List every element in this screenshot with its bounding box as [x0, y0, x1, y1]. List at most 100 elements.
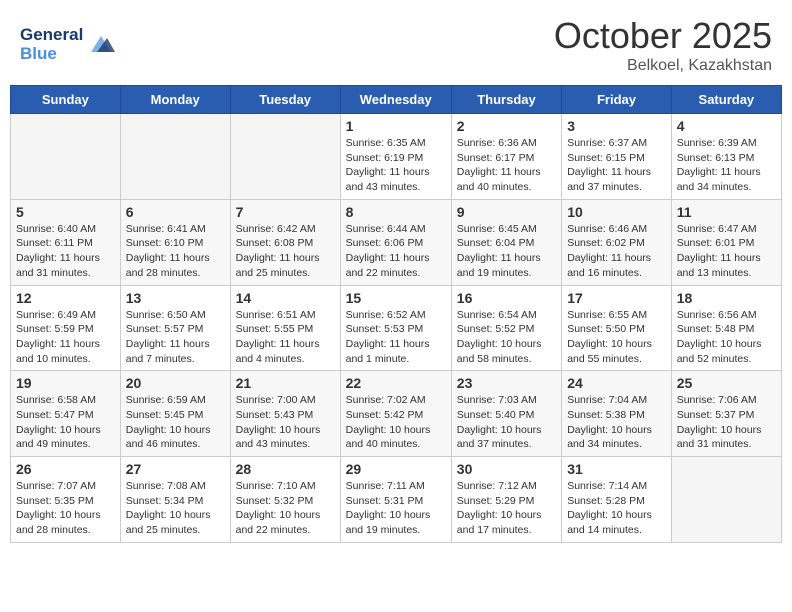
logo-icon [87, 34, 115, 56]
calendar-cell: 11Sunrise: 6:47 AM Sunset: 6:01 PM Dayli… [671, 199, 781, 285]
calendar-cell: 21Sunrise: 7:00 AM Sunset: 5:43 PM Dayli… [230, 371, 340, 457]
day-number: 8 [346, 204, 446, 220]
day-info: Sunrise: 6:56 AM Sunset: 5:48 PM Dayligh… [677, 308, 776, 367]
day-info: Sunrise: 6:35 AM Sunset: 6:19 PM Dayligh… [346, 136, 446, 195]
day-number: 26 [16, 461, 115, 477]
day-number: 28 [236, 461, 335, 477]
day-info: Sunrise: 6:59 AM Sunset: 5:45 PM Dayligh… [126, 393, 225, 452]
day-number: 1 [346, 118, 446, 134]
day-number: 23 [457, 375, 556, 391]
calendar-cell: 23 Sunrise: 7:03 AM Sunset: 5:40 PM Dayli… [451, 371, 561, 457]
calendar-week-row: 26Sunrise: 7:07 AM Sunset: 5:35 PM Dayli… [11, 457, 782, 543]
day-number: 20 [126, 375, 225, 391]
location-subtitle: Belkoel, Kazakhstan [554, 57, 772, 75]
calendar-cell: 8 Sunrise: 6:44 AM Sunset: 6:06 PM Daylig… [340, 199, 451, 285]
calendar-table: SundayMondayTuesdayWednesdayThursdayFrid… [10, 85, 782, 543]
day-info: Sunrise: 6:39 AM Sunset: 6:13 PM Dayligh… [677, 136, 776, 195]
day-number: 31 [567, 461, 666, 477]
calendar-week-row: 1 Sunrise: 6:35 AM Sunset: 6:19 PM Daylig… [11, 114, 782, 200]
calendar-cell: 3 Sunrise: 6:37 AM Sunset: 6:15 PM Daylig… [562, 114, 672, 200]
day-info: Sunrise: 7:04 AM Sunset: 5:38 PM Dayligh… [567, 393, 666, 452]
day-info: Sunrise: 6:37 AM Sunset: 6:15 PM Dayligh… [567, 136, 666, 195]
day-info: Sunrise: 6:54 AM Sunset: 5:52 PM Dayligh… [457, 308, 556, 367]
day-number: 25 [677, 375, 776, 391]
page-header: General Blue October 2025 Belkoel, Kazak… [0, 0, 792, 85]
calendar-cell: 16 Sunrise: 6:54 AM Sunset: 5:52 PM Dayli… [451, 285, 561, 371]
calendar-cell: 30Sunrise: 7:12 AM Sunset: 5:29 PM Dayli… [451, 457, 561, 543]
weekday-header-friday: Friday [562, 86, 672, 114]
day-info: Sunrise: 7:11 AM Sunset: 5:31 PM Dayligh… [346, 479, 446, 538]
calendar-cell: 4 Sunrise: 6:39 AM Sunset: 6:13 PM Daylig… [671, 114, 781, 200]
day-info: Sunrise: 6:40 AM Sunset: 6:11 PM Dayligh… [16, 222, 115, 281]
calendar-cell [11, 114, 121, 200]
calendar-cell: 26Sunrise: 7:07 AM Sunset: 5:35 PM Dayli… [11, 457, 121, 543]
weekday-header-tuesday: Tuesday [230, 86, 340, 114]
day-number: 11 [677, 204, 776, 220]
calendar-cell: 6Sunrise: 6:41 AM Sunset: 6:10 PM Daylig… [120, 199, 230, 285]
day-info: Sunrise: 7:03 AM Sunset: 5:40 PM Dayligh… [457, 393, 556, 452]
day-number: 12 [16, 290, 115, 306]
month-year-title: October 2025 [554, 15, 772, 57]
day-number: 27 [126, 461, 225, 477]
day-number: 19 [16, 375, 115, 391]
day-number: 15 [346, 290, 446, 306]
weekday-header-row: SundayMondayTuesdayWednesdayThursdayFrid… [11, 86, 782, 114]
calendar-week-row: 12 Sunrise: 6:49 AM Sunset: 5:59 PM Dayli… [11, 285, 782, 371]
calendar-cell: 20 Sunrise: 6:59 AM Sunset: 5:45 PM Dayli… [120, 371, 230, 457]
day-number: 14 [236, 290, 335, 306]
day-number: 10 [567, 204, 666, 220]
calendar-week-row: 5 Sunrise: 6:40 AM Sunset: 6:11 PM Daylig… [11, 199, 782, 285]
day-info: Sunrise: 7:14 AM Sunset: 5:28 PM Dayligh… [567, 479, 666, 538]
calendar-cell: 15 Sunrise: 6:52 AM Sunset: 5:53 PM Dayli… [340, 285, 451, 371]
day-number: 21 [236, 375, 335, 391]
calendar-cell: 5 Sunrise: 6:40 AM Sunset: 6:11 PM Daylig… [11, 199, 121, 285]
logo: General Blue [20, 26, 115, 63]
calendar-cell: 10Sunrise: 6:46 AM Sunset: 6:02 PM Dayli… [562, 199, 672, 285]
day-number: 30 [457, 461, 556, 477]
calendar-cell: 31 Sunrise: 7:14 AM Sunset: 5:28 PM Dayli… [562, 457, 672, 543]
calendar-cell: 22Sunrise: 7:02 AM Sunset: 5:42 PM Dayli… [340, 371, 451, 457]
day-number: 3 [567, 118, 666, 134]
day-number: 4 [677, 118, 776, 134]
title-section: October 2025 Belkoel, Kazakhstan [554, 15, 772, 75]
day-number: 16 [457, 290, 556, 306]
calendar-cell [671, 457, 781, 543]
weekday-header-saturday: Saturday [671, 86, 781, 114]
day-info: Sunrise: 6:58 AM Sunset: 5:47 PM Dayligh… [16, 393, 115, 452]
calendar-cell: 1 Sunrise: 6:35 AM Sunset: 6:19 PM Daylig… [340, 114, 451, 200]
calendar-cell: 12 Sunrise: 6:49 AM Sunset: 5:59 PM Dayli… [11, 285, 121, 371]
calendar-cell: 2 Sunrise: 6:36 AM Sunset: 6:17 PM Daylig… [451, 114, 561, 200]
day-number: 7 [236, 204, 335, 220]
weekday-header-wednesday: Wednesday [340, 86, 451, 114]
day-info: Sunrise: 7:08 AM Sunset: 5:34 PM Dayligh… [126, 479, 225, 538]
calendar-cell: 7 Sunrise: 6:42 AM Sunset: 6:08 PM Daylig… [230, 199, 340, 285]
calendar-cell: 19 Sunrise: 6:58 AM Sunset: 5:47 PM Dayli… [11, 371, 121, 457]
day-number: 22 [346, 375, 446, 391]
day-info: Sunrise: 6:42 AM Sunset: 6:08 PM Dayligh… [236, 222, 335, 281]
day-info: Sunrise: 7:06 AM Sunset: 5:37 PM Dayligh… [677, 393, 776, 452]
weekday-header-thursday: Thursday [451, 86, 561, 114]
calendar-cell: 17 Sunrise: 6:55 AM Sunset: 5:50 PM Dayli… [562, 285, 672, 371]
calendar-cell: 29 Sunrise: 7:11 AM Sunset: 5:31 PM Dayli… [340, 457, 451, 543]
weekday-header-monday: Monday [120, 86, 230, 114]
day-number: 17 [567, 290, 666, 306]
calendar-cell: 9Sunrise: 6:45 AM Sunset: 6:04 PM Daylig… [451, 199, 561, 285]
calendar-cell: 28Sunrise: 7:10 AM Sunset: 5:32 PM Dayli… [230, 457, 340, 543]
day-info: Sunrise: 6:36 AM Sunset: 6:17 PM Dayligh… [457, 136, 556, 195]
calendar-cell: 18Sunrise: 6:56 AM Sunset: 5:48 PM Dayli… [671, 285, 781, 371]
day-number: 5 [16, 204, 115, 220]
day-info: Sunrise: 6:52 AM Sunset: 5:53 PM Dayligh… [346, 308, 446, 367]
calendar-cell: 13Sunrise: 6:50 AM Sunset: 5:57 PM Dayli… [120, 285, 230, 371]
weekday-header-sunday: Sunday [11, 86, 121, 114]
day-info: Sunrise: 6:44 AM Sunset: 6:06 PM Dayligh… [346, 222, 446, 281]
day-number: 2 [457, 118, 556, 134]
calendar-cell: 25 Sunrise: 7:06 AM Sunset: 5:37 PM Dayli… [671, 371, 781, 457]
day-number: 24 [567, 375, 666, 391]
day-info: Sunrise: 6:55 AM Sunset: 5:50 PM Dayligh… [567, 308, 666, 367]
day-number: 29 [346, 461, 446, 477]
calendar-cell [230, 114, 340, 200]
day-number: 9 [457, 204, 556, 220]
calendar-cell [120, 114, 230, 200]
day-info: Sunrise: 6:49 AM Sunset: 5:59 PM Dayligh… [16, 308, 115, 367]
day-number: 6 [126, 204, 225, 220]
